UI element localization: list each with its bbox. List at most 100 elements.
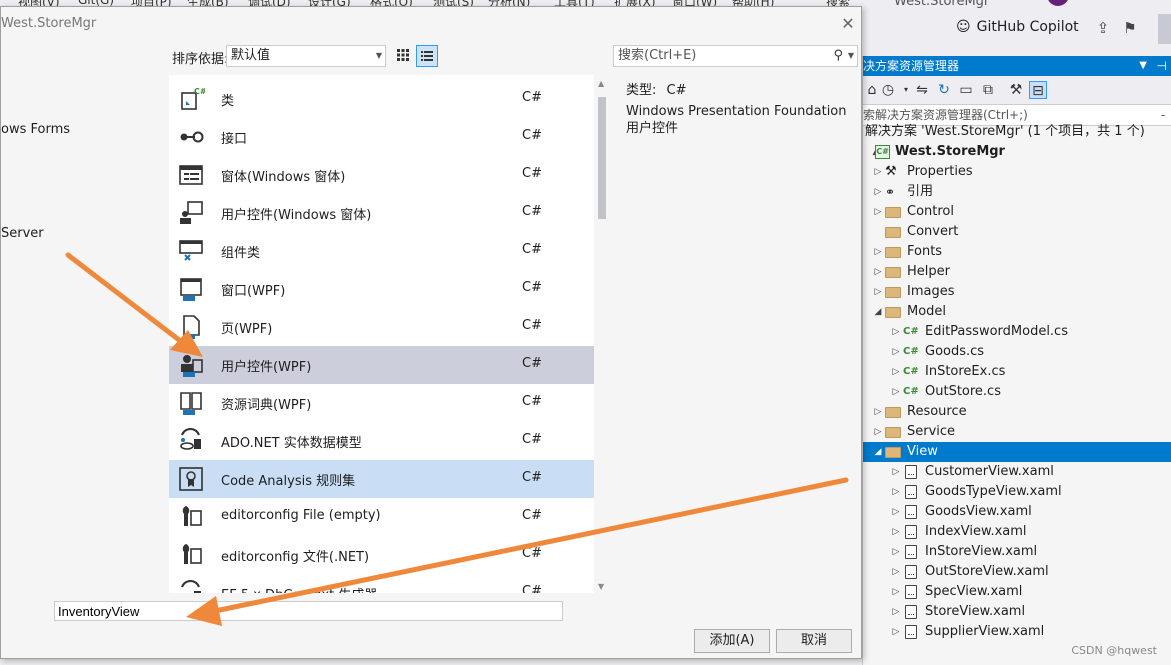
template-language: C# xyxy=(522,470,542,485)
tree-item[interactable]: ▷ SpecView.xaml xyxy=(863,582,1171,602)
expander-icon[interactable]: ▷ xyxy=(891,322,901,342)
refresh-icon[interactable]: ↻ xyxy=(935,81,953,99)
grid-view-button[interactable] xyxy=(392,45,414,67)
expander-icon[interactable]: ▷ xyxy=(891,602,901,622)
tree-item[interactable]: ▷ Fonts xyxy=(863,242,1171,262)
expander-icon[interactable]: ◢ xyxy=(873,302,883,322)
share-icon[interactable]: ⇪ xyxy=(1094,19,1112,37)
tree-item-label: SupplierView.xaml xyxy=(925,624,1045,639)
template-item[interactable]: 窗口(WPF) C# xyxy=(169,270,594,308)
expander-icon[interactable]: ▷ xyxy=(891,462,901,482)
template-item[interactable]: 组件类 C# xyxy=(169,232,594,270)
tree-item[interactable]: ▷ SupplierView.xaml xyxy=(863,622,1171,642)
template-item[interactable]: 页(WPF) C# xyxy=(169,308,594,346)
category-item[interactable]: Server xyxy=(1,226,44,241)
dropdown-icon[interactable]: ▼ xyxy=(1139,56,1147,76)
add-button[interactable]: 添加(A) xyxy=(694,629,770,653)
tree-item[interactable]: ▷ Service xyxy=(863,422,1171,442)
tree-item[interactable]: ▷ Control xyxy=(863,202,1171,222)
tree-item[interactable]: Convert xyxy=(863,222,1171,242)
tree-item[interactable]: ▷ C# InStoreEx.cs xyxy=(863,362,1171,382)
template-item[interactable]: editorconfig File (empty) C# xyxy=(169,498,594,536)
expander-icon[interactable]: ▷ xyxy=(873,282,883,302)
expander-icon[interactable]: ◢ xyxy=(873,442,883,462)
expander-icon[interactable]: ▷ xyxy=(891,522,901,542)
list-view-button[interactable] xyxy=(416,45,438,67)
tree-item[interactable]: ▷ ⚭ 引用 xyxy=(863,182,1171,202)
properties-icon[interactable]: ⚒ xyxy=(1007,81,1025,99)
template-item[interactable]: 用户控件(Windows 窗体) C# xyxy=(169,194,594,232)
tree-item[interactable]: ▷ C# OutStore.cs xyxy=(863,382,1171,402)
expander-icon[interactable]: ▷ xyxy=(873,202,883,222)
template-search-input[interactable]: 搜索(Ctrl+E) ⚲ ▼ xyxy=(613,45,858,67)
tree-item[interactable]: ▷ C# Goods.cs xyxy=(863,342,1171,362)
tree-item[interactable]: ▷ GoodsTypeView.xaml xyxy=(863,482,1171,502)
expander-icon[interactable]: ▷ xyxy=(891,622,901,642)
template-language: C# xyxy=(522,546,542,561)
expander-icon[interactable]: ▷ xyxy=(891,542,901,562)
expander-icon[interactable]: ▷ xyxy=(891,562,901,582)
tree-item[interactable]: ▷ InStoreView.xaml xyxy=(863,542,1171,562)
expander-icon[interactable]: ▷ xyxy=(873,162,883,182)
template-item[interactable]: editorconfig 文件(.NET) C# xyxy=(169,536,594,574)
account-avatar[interactable] xyxy=(1047,0,1069,6)
collapse-all-icon[interactable]: ▭ xyxy=(957,81,975,99)
expander-icon[interactable]: ▷ xyxy=(873,242,883,262)
feedback-icon[interactable]: ⚑ xyxy=(1121,19,1139,37)
expander-icon[interactable]: ▷ xyxy=(873,262,883,282)
expander-icon[interactable]: ▷ xyxy=(891,342,901,362)
tree-item[interactable]: ▷ StoreView.xaml xyxy=(863,602,1171,622)
template-name: 页(WPF) xyxy=(221,322,273,337)
tree-item[interactable]: ▷ Resource xyxy=(863,402,1171,422)
expander-icon[interactable]: ▷ xyxy=(891,382,901,402)
cancel-button[interactable]: 取消 xyxy=(776,629,852,653)
tree-item[interactable]: 解决方案 'West.StoreMgr' (1 个项目，共 1 个) xyxy=(863,122,1171,142)
expander-icon[interactable]: ▷ xyxy=(873,422,883,442)
tree-item[interactable]: ▲C#West.StoreMgr xyxy=(863,142,1171,162)
tree-item[interactable]: ▷ ⚒ Properties xyxy=(863,162,1171,182)
tree-item[interactable]: ▷ CustomerView.xaml xyxy=(863,462,1171,482)
template-item[interactable]: 接口 C# xyxy=(169,118,594,156)
history-icon[interactable]: ◷ xyxy=(879,81,897,99)
scrollbar-thumb[interactable] xyxy=(598,97,606,219)
template-item[interactable]: ADO.NET 实体数据模型 C# xyxy=(169,422,594,460)
pin-icon[interactable]: ⊣ xyxy=(1157,56,1167,76)
template-item[interactable]: 用户控件(WPF) C# xyxy=(169,346,594,384)
tree-item[interactable]: ◢ Model xyxy=(863,302,1171,322)
expander-icon[interactable]: ▷ xyxy=(891,582,901,602)
template-name: 组件类 xyxy=(221,246,261,261)
expander-icon[interactable]: ▷ xyxy=(873,182,883,202)
template-item[interactable]: C# 类 C# xyxy=(169,80,594,118)
github-copilot-button[interactable]: ☺ GitHub Copilot xyxy=(956,19,1079,35)
tree-item[interactable]: ▷ Helper xyxy=(863,262,1171,282)
expander-icon[interactable]: ▷ xyxy=(891,482,901,502)
tree-item[interactable]: ▷ OutStoreView.xaml xyxy=(863,562,1171,582)
name-field[interactable] xyxy=(54,601,563,621)
expander-icon[interactable]: ▷ xyxy=(891,502,901,522)
template-name: 窗口(WPF) xyxy=(221,284,286,299)
template-list-scrollbar[interactable]: ▲ ▼ xyxy=(594,75,611,593)
expander-icon[interactable]: ▷ xyxy=(891,362,901,382)
scroll-up-icon[interactable]: ▲ xyxy=(598,79,604,88)
scroll-down-icon[interactable]: ▼ xyxy=(598,582,604,591)
template-name: editorconfig File (empty) xyxy=(221,508,381,523)
template-item[interactable]: 资源词典(WPF) C# xyxy=(169,384,594,422)
preview-icon[interactable]: ⊟ xyxy=(1029,81,1047,99)
toolbar-overflow[interactable] xyxy=(1158,14,1171,44)
tree-item[interactable]: ◢ View xyxy=(863,442,1171,462)
tree-item[interactable]: ▷ Images xyxy=(863,282,1171,302)
category-item[interactable]: ows Forms xyxy=(1,122,70,137)
tree-item[interactable]: ▷ GoodsView.xaml xyxy=(863,502,1171,522)
sort-select[interactable]: 默认值 ▼ xyxy=(226,45,386,67)
tree-item[interactable]: ▷ C# EditPasswordModel.cs xyxy=(863,322,1171,342)
template-item[interactable]: EF 5.x DbContext 生成器 C# xyxy=(169,574,594,593)
close-button[interactable]: ✕ xyxy=(838,14,858,34)
tree-item[interactable]: ▷ IndexView.xaml xyxy=(863,522,1171,542)
template-item[interactable]: 窗体(Windows 窗体) C# xyxy=(169,156,594,194)
template-item[interactable]: Code Analysis 规则集 C# xyxy=(169,460,594,498)
expander-icon[interactable]: ▷ xyxy=(873,402,883,422)
template-name: ADO.NET 实体数据模型 xyxy=(221,436,362,451)
folder-icon xyxy=(885,427,901,438)
show-all-files-icon[interactable]: ⧉ xyxy=(979,81,997,99)
sync-icon[interactable]: ⇋ xyxy=(913,81,931,99)
